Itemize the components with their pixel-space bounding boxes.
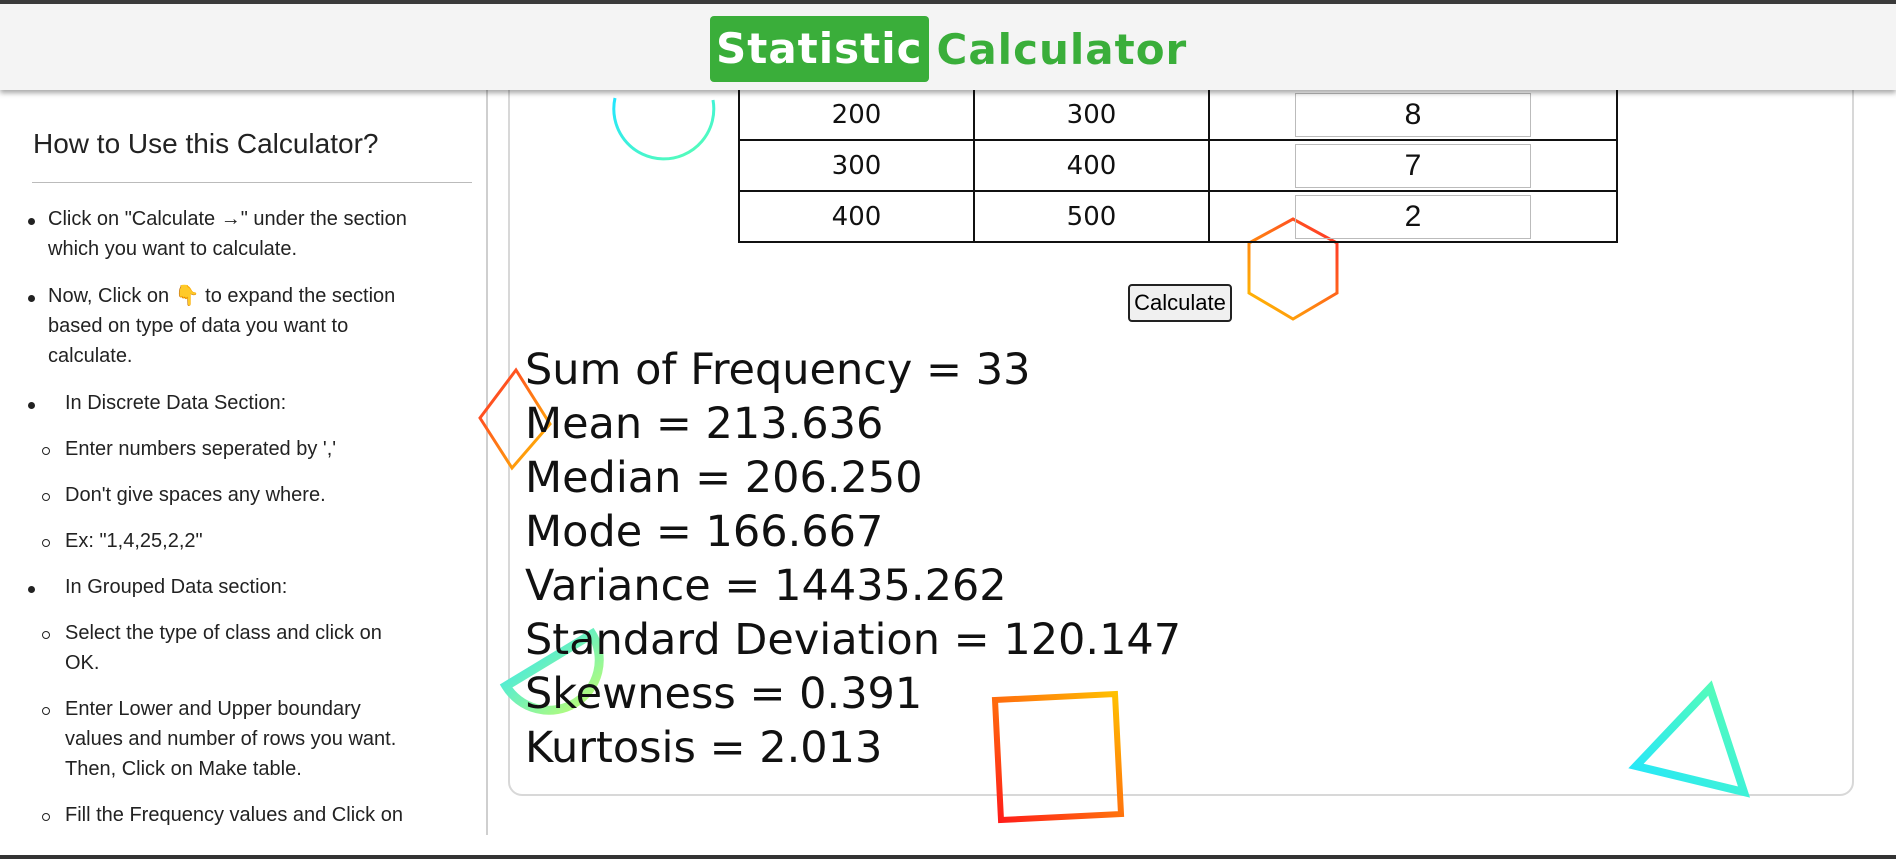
upper-boundary-cell: 500	[973, 190, 1210, 243]
result-mode: Mode = 166.667	[525, 507, 884, 557]
result-median: Median = 206.250	[525, 453, 923, 503]
help-text-line: In Grouped Data section:	[65, 576, 288, 598]
bullet-circle-icon	[42, 447, 50, 455]
result-kurtosis: Kurtosis = 2.013	[525, 723, 883, 773]
bullet-circle-icon	[42, 493, 50, 501]
frequency-cell: 7	[1208, 139, 1618, 192]
result-sum-of-frequency: Sum of Frequency = 33	[525, 345, 1031, 395]
frequency-table: 200 300 8 300 400 7 400 500 2	[738, 88, 1618, 243]
help-sidebar: How to Use this Calculator? Click on "Ca…	[0, 90, 488, 835]
help-text-line: Don't give spaces any where.	[65, 484, 326, 506]
sidebar-title: How to Use this Calculator?	[33, 128, 379, 159]
result-variance: Variance = 14435.262	[525, 561, 1007, 611]
result-standard-deviation: Standard Deviation = 120.147	[525, 615, 1182, 665]
help-text-line: which you want to calculate.	[48, 238, 298, 260]
help-text-line: In Discrete Data Section:	[65, 392, 287, 414]
result-mean: Mean = 213.636	[525, 399, 884, 449]
site-header: Statistic Calculator	[0, 0, 1896, 90]
help-text-line: values and number of rows you want.	[65, 728, 397, 750]
frequency-cell: 2	[1208, 190, 1618, 243]
lower-boundary-cell: 400	[738, 190, 975, 243]
help-text-line: calculate.	[48, 345, 133, 367]
frequency-input[interactable]: 8	[1295, 92, 1531, 137]
table-row: 400 500 2	[738, 190, 1618, 243]
sidebar-divider	[32, 182, 472, 183]
logo-calculator: Calculator	[936, 24, 1188, 74]
bullet-circle-icon	[42, 539, 50, 547]
help-text-line: Select the type of class and click on	[65, 622, 382, 644]
help-text-line: Enter numbers seperated by ','	[65, 438, 337, 460]
bullet-dot-icon	[28, 295, 35, 302]
calculate-button[interactable]: Calculate	[1128, 284, 1232, 322]
help-text-line: Now, Click on 👇 to expand the section	[48, 285, 396, 307]
upper-boundary-cell: 300	[973, 88, 1210, 141]
help-text-line: Then, Click on Make table.	[65, 758, 302, 780]
help-text-line: Fill the Frequency values and Click on	[65, 804, 403, 826]
lower-boundary-cell: 300	[738, 139, 975, 192]
help-text-line: Click on "Calculate →" under the section	[48, 208, 407, 230]
result-skewness: Skewness = 0.391	[525, 669, 923, 719]
help-text-line: based on type of data you want to	[48, 315, 349, 337]
site-logo[interactable]: Statistic Calculator	[710, 16, 1187, 82]
frequency-input[interactable]: 7	[1295, 143, 1531, 188]
bullet-circle-icon	[42, 813, 50, 821]
help-text-line: Enter Lower and Upper boundary	[65, 698, 361, 720]
help-text-line: OK.	[65, 652, 100, 674]
bullet-circle-icon	[42, 631, 50, 639]
help-text-line: Ex: "1,4,25,2,2"	[65, 530, 203, 552]
lower-boundary-cell: 200	[738, 88, 975, 141]
table-row: 300 400 7	[738, 139, 1618, 192]
frequency-cell: 8	[1208, 88, 1618, 141]
bullet-dot-icon	[28, 402, 35, 409]
upper-boundary-cell: 400	[973, 139, 1210, 192]
window-bottom-border	[0, 855, 1896, 859]
logo-statistic: Statistic	[710, 16, 929, 82]
bullet-circle-icon	[42, 707, 50, 715]
bullet-dot-icon	[28, 218, 35, 225]
table-row: 200 300 8	[738, 88, 1618, 141]
frequency-input[interactable]: 2	[1295, 194, 1531, 239]
bullet-dot-icon	[28, 586, 35, 593]
